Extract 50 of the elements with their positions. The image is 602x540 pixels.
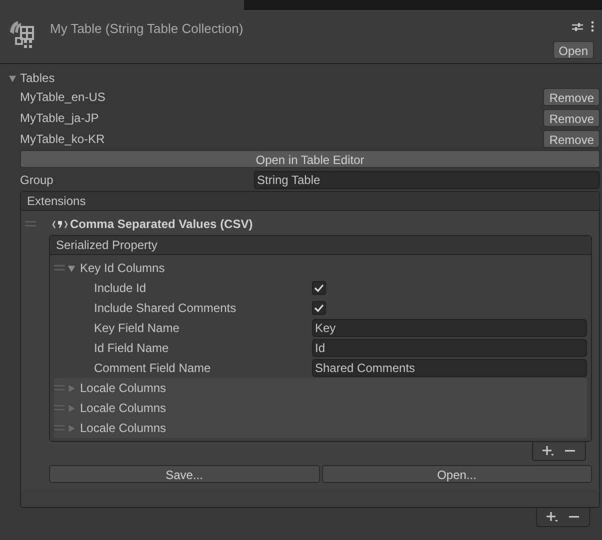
- remove-table-button[interactable]: Remove: [543, 88, 600, 106]
- field-label: Include Shared Comments: [93, 300, 238, 317]
- extension-title: Comma Separated Values (CSV): [70, 216, 253, 233]
- foldout-arrow-icon[interactable]: [67, 264, 76, 272]
- field-label: Id Field Name: [93, 340, 170, 357]
- column-group-label: Locale Columns: [80, 380, 166, 397]
- column-group-label: Locale Columns: [80, 420, 166, 437]
- open-button[interactable]: Open: [552, 41, 594, 59]
- drag-handle-icon[interactable]: [54, 265, 65, 271]
- remove-table-button[interactable]: Remove: [543, 108, 600, 126]
- foldout-arrow-icon[interactable]: [67, 404, 76, 412]
- field-label: Key Field Name: [93, 320, 180, 337]
- drag-handle-icon[interactable]: [25, 221, 36, 227]
- table-name: MyTable_ko-KR: [20, 130, 105, 148]
- text-field[interactable]: Id: [312, 339, 587, 357]
- add-icon: [546, 511, 558, 523]
- checkmark-icon: [314, 304, 324, 312]
- text-field[interactable]: Key: [312, 319, 587, 337]
- table-name: MyTable_en-US: [20, 88, 106, 106]
- csv-action-button[interactable]: Open...: [322, 465, 592, 483]
- serialized-property-header: Serialized Property: [56, 237, 158, 254]
- column-group-label: Key Id Columns: [80, 260, 165, 277]
- add-icon: [542, 445, 554, 457]
- foldout-arrow-icon[interactable]: [8, 74, 17, 82]
- minus-icon: [569, 516, 579, 518]
- csv-action-button[interactable]: Save...: [49, 465, 320, 483]
- field-label: Comment Field Name: [93, 360, 212, 377]
- table-name: MyTable_ja-JP: [20, 110, 99, 126]
- field-label: Include Id: [93, 280, 148, 297]
- checkbox[interactable]: [312, 281, 326, 295]
- remove-table-button[interactable]: Remove: [543, 130, 600, 148]
- drag-handle-icon[interactable]: [54, 425, 65, 431]
- open-table-editor-button[interactable]: Open in Table Editor: [20, 150, 600, 168]
- foldout-arrow-icon[interactable]: [67, 384, 76, 392]
- window-title: My Table (String Table Collection): [50, 20, 244, 38]
- text-field[interactable]: Shared Comments: [312, 359, 587, 377]
- checkbox[interactable]: [312, 301, 326, 315]
- group-field[interactable]: String Table: [254, 171, 600, 189]
- settings-sliders-icon[interactable]: [572, 22, 583, 32]
- column-group-label: Locale Columns: [80, 400, 166, 417]
- drag-handle-icon[interactable]: [54, 385, 65, 391]
- more-menu-icon[interactable]: [591, 21, 594, 32]
- csv-icon: [52, 220, 68, 228]
- group-label: Group: [20, 172, 54, 189]
- drag-handle-icon[interactable]: [54, 405, 65, 411]
- tables-label: Tables: [20, 70, 55, 87]
- checkmark-icon: [314, 284, 324, 292]
- minus-icon: [565, 450, 575, 452]
- extensions-header: Extensions: [27, 193, 86, 210]
- foldout-arrow-icon[interactable]: [67, 424, 76, 432]
